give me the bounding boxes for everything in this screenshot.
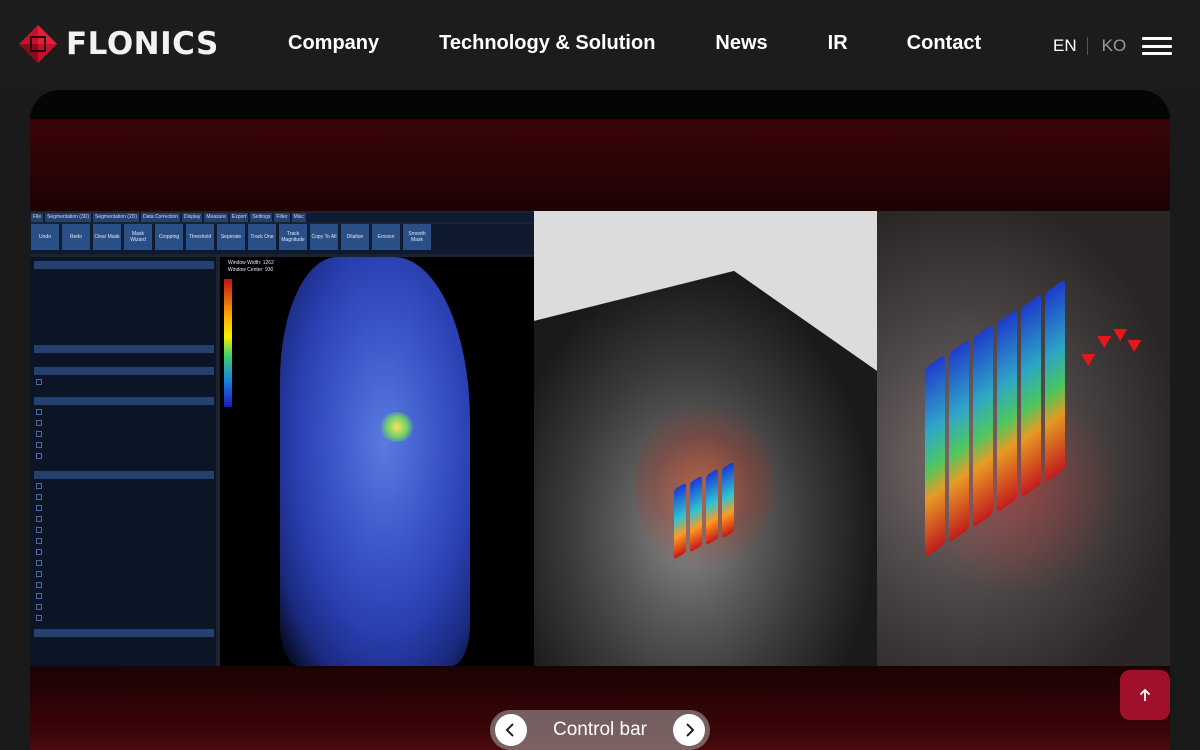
software-menu-item: Misc: [291, 213, 306, 222]
logo[interactable]: FLONICS: [18, 24, 219, 64]
chevron-right-icon: [686, 723, 695, 737]
nav-company[interactable]: Company: [288, 32, 379, 55]
arrow-up-icon: [1139, 688, 1151, 701]
velocity-colorbar: [224, 279, 232, 407]
software-menu-item: Settings: [250, 213, 273, 222]
mri-scan-image: [280, 257, 470, 666]
software-menu-item: Measure: [204, 213, 228, 222]
back-to-top-button[interactable]: [1120, 670, 1170, 720]
mri-slice: [534, 271, 877, 666]
software-tool: Smooth Mask: [403, 224, 431, 250]
hero-top-strip: [30, 90, 1170, 118]
logo-text: FLONICS: [66, 26, 219, 62]
logo-mark-icon: [19, 25, 57, 63]
software-menu-item: Export: [229, 213, 249, 222]
software-tool: Track One: [248, 224, 276, 250]
software-menu-item: File: [31, 213, 44, 222]
control-bar: Control bar: [490, 710, 710, 750]
lang-en-link[interactable]: EN: [1053, 36, 1077, 56]
software-menu-item: Segmentation (2D): [93, 213, 139, 222]
software-tool: Clear Mask: [93, 224, 121, 250]
nav-news[interactable]: News: [715, 32, 767, 55]
software-toolbar: Undo Redo Clear Mask Mask Wizard Croppin…: [30, 224, 534, 254]
next-slide-button[interactable]: [673, 714, 705, 746]
software-menu-item: Data Correction: [141, 213, 181, 222]
software-tool: Undo: [31, 224, 59, 250]
software-tool: Dilation: [341, 224, 369, 250]
software-screenshot: File Segmentation (3D) Segmentation (2D)…: [30, 211, 534, 666]
velocity-hotspot: [380, 412, 414, 442]
mri-slice-image: [534, 211, 877, 666]
software-settings-panel: [30, 257, 216, 666]
site-header: FLONICS Company Technology & Solution Ne…: [0, 0, 1200, 90]
nav-contact[interactable]: Contact: [907, 32, 981, 55]
software-tool: Threshold: [186, 224, 214, 250]
nav-technology-solution[interactable]: Technology & Solution: [439, 32, 655, 55]
software-menubar: File Segmentation (3D) Segmentation (2D)…: [30, 213, 534, 222]
window-width-label: Window Width: 1262: [228, 260, 274, 266]
window-center-label: Window Center: 930: [228, 267, 274, 273]
software-tool: Erosion: [372, 224, 400, 250]
flow-3d-image: [877, 211, 1170, 666]
software-tool: Seperate: [217, 224, 245, 250]
software-tool: Track Magnitude: [279, 224, 307, 250]
software-tool: Copy To All: [310, 224, 338, 250]
hero-slider: File Segmentation (3D) Segmentation (2D)…: [30, 90, 1170, 750]
nav-ir[interactable]: IR: [828, 32, 848, 55]
software-tool: Mask Wizard: [124, 224, 152, 250]
software-menu-item: Filter: [274, 213, 290, 222]
software-tool: Cropping: [155, 224, 183, 250]
language-switcher: EN KO: [1053, 36, 1126, 56]
software-menu-item: Segmentation (3D): [45, 213, 92, 222]
software-tool: Redo: [62, 224, 90, 250]
hamburger-icon[interactable]: [1142, 37, 1172, 55]
lang-ko-link[interactable]: KO: [1102, 36, 1127, 56]
lang-divider: [1086, 37, 1088, 55]
software-viewer: Window Width: 1262 Window Center: 930: [220, 257, 534, 666]
main-nav: Company Technology & Solution News IR Co…: [288, 32, 981, 55]
software-menu-item: Display: [182, 213, 203, 222]
